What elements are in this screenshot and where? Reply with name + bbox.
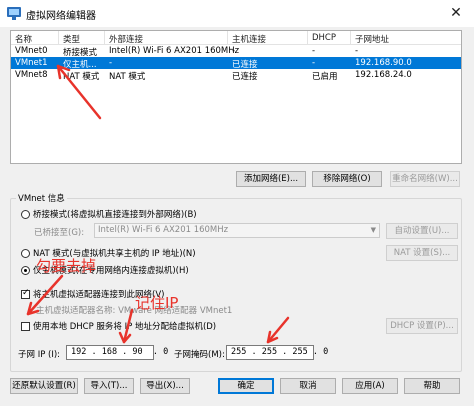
annotation-note-ip: 记住IP	[135, 294, 179, 312]
annotation-uncheck: 勾要去掉	[36, 257, 97, 275]
annotation-overlay	[26, 64, 290, 344]
annotation-arrow-row	[56, 64, 102, 120]
annotation-arrow-dhcp	[26, 274, 64, 316]
